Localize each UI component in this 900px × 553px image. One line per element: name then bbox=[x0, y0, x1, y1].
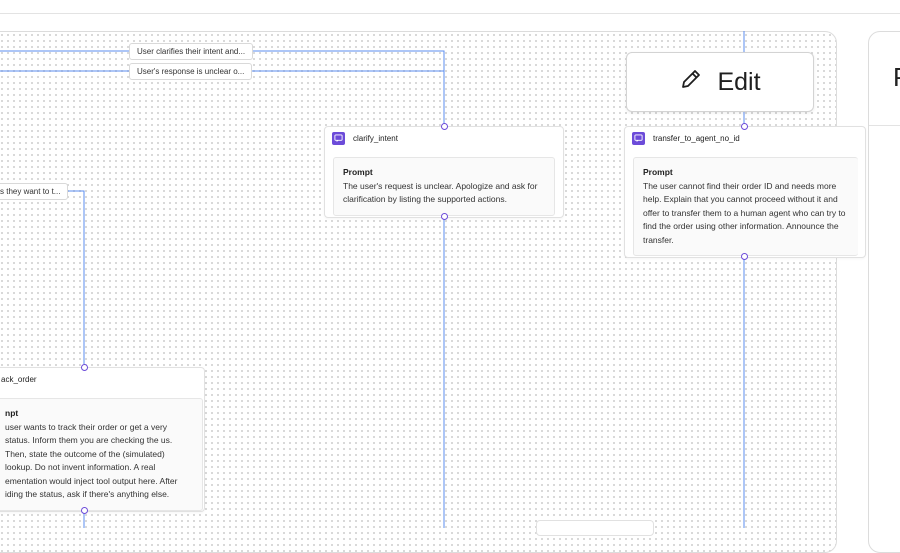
prompt-text: The user cannot find their order ID and … bbox=[643, 180, 846, 245]
prompt-node-icon bbox=[332, 131, 345, 145]
panel-divider bbox=[869, 125, 900, 126]
edge-to-track-order[interactable] bbox=[60, 190, 85, 364]
node-track-order[interactable]: ack_order npt user wants to track their … bbox=[0, 367, 205, 512]
prompt-text: user wants to track their order or get a… bbox=[5, 421, 178, 500]
output-handle[interactable] bbox=[81, 507, 88, 514]
node-title: transfer_to_agent_no_id bbox=[653, 133, 740, 143]
node-clarify-intent[interactable]: clarify_intent Prompt The user's request… bbox=[324, 126, 564, 218]
edit-button[interactable]: Edit bbox=[626, 52, 814, 112]
output-handle[interactable] bbox=[441, 213, 448, 220]
edge-label-unclear[interactable]: User's response is unclear o... bbox=[129, 63, 253, 80]
side-panel: P bbox=[868, 31, 900, 553]
prompt-node-icon bbox=[632, 131, 645, 145]
prompt-box: Prompt The user's request is unclear. Ap… bbox=[333, 157, 555, 216]
prompt-label: Prompt bbox=[643, 167, 673, 177]
node-title: clarify_intent bbox=[353, 133, 398, 143]
input-handle[interactable] bbox=[81, 364, 88, 371]
prompt-label: npt bbox=[5, 408, 19, 418]
edge-label-track[interactable]: s they want to t... bbox=[0, 183, 69, 200]
edge-clarifies-intent[interactable] bbox=[0, 50, 445, 124]
pencil-icon bbox=[679, 67, 703, 98]
input-handle[interactable] bbox=[441, 123, 448, 130]
edge-label-clarifies[interactable]: User clarifies their intent and... bbox=[129, 43, 254, 60]
output-handle[interactable] bbox=[741, 253, 748, 260]
prompt-label: Prompt bbox=[343, 167, 373, 177]
node-transfer-to-agent-no-id[interactable]: transfer_to_agent_no_id Prompt The user … bbox=[624, 126, 866, 258]
input-handle[interactable] bbox=[741, 123, 748, 130]
side-panel-title: P bbox=[893, 62, 900, 93]
node-title: ack_order bbox=[1, 374, 37, 384]
prompt-box: Prompt The user cannot find their order … bbox=[633, 157, 858, 256]
prompt-box: npt user wants to track their order or g… bbox=[0, 398, 203, 511]
prompt-text: The user's request is unclear. Apologize… bbox=[343, 180, 538, 205]
node-partial[interactable] bbox=[536, 520, 654, 536]
edit-button-label: Edit bbox=[717, 67, 761, 96]
